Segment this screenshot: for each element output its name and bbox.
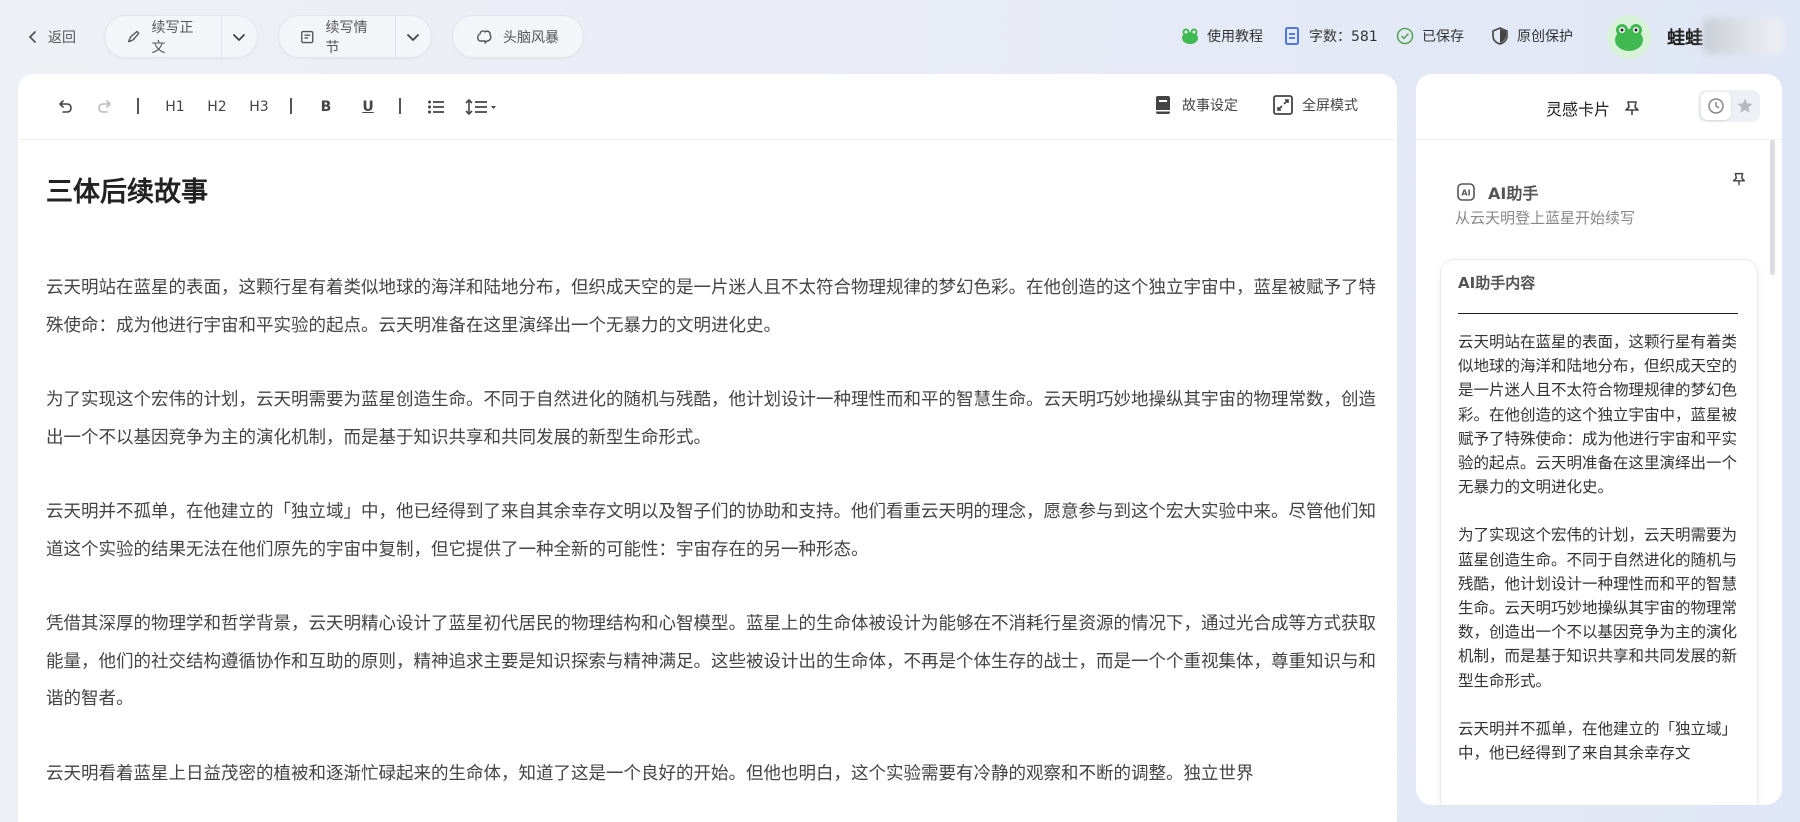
h2-button[interactable]: H2	[204, 96, 230, 118]
story-settings-label: 故事设定	[1182, 98, 1238, 114]
shield-icon	[1492, 27, 1508, 45]
frog-icon	[1182, 28, 1198, 44]
tutorial-label: 使用教程	[1207, 29, 1263, 45]
ai-assistant-title: AI助手	[1488, 184, 1539, 203]
original-protect[interactable]: 原创保护	[1490, 24, 1573, 48]
h1-button[interactable]: H1	[162, 96, 188, 118]
frog-avatar-icon	[1615, 24, 1643, 51]
brainstorm-content: 头脑风暴	[453, 16, 577, 57]
ai-icon: AI	[1457, 183, 1475, 201]
bullet-list-icon	[428, 100, 444, 114]
redo-icon	[98, 100, 111, 113]
undo-button[interactable]	[54, 96, 76, 118]
bold-button[interactable]: B	[316, 96, 336, 118]
brainstorm-button[interactable]: 头脑风暴	[452, 15, 584, 58]
favorite-tab[interactable]	[1732, 92, 1758, 120]
check-circle-icon	[1396, 27, 1414, 45]
back-label: 返回	[48, 30, 76, 46]
paragraph: 云天明并不孤单，在他建立的「独立域」中，他已经得到了来自其余幸存文明以及智子们的…	[46, 502, 1376, 560]
card-title: AI助手内容	[1458, 274, 1536, 292]
document-body[interactable]: 云天明站在蓝星的表面，这颗行星有着类似地球的海洋和陆地分布，但织成天空的是一片迷…	[46, 270, 1382, 822]
ai-assistant-subtitle: 从云天明登上蓝星开始续写	[1455, 209, 1636, 227]
word-count-icon	[1285, 27, 1299, 45]
paragraph: 凭借其深厚的物理学和哲学背景，云天明精心设计了蓝星初代居民的物理结构和心智模型。…	[46, 614, 1376, 709]
brainstorm-label: 头脑风暴	[503, 29, 559, 46]
underline-button[interactable]: U	[358, 96, 378, 118]
pin-icon[interactable]	[1622, 98, 1642, 118]
toolbar-divider	[399, 98, 401, 114]
ai-content-card: AI助手内容 云天明站在蓝星的表面，这颗行星有着类似地球的海洋和陆地分布，但织成…	[1440, 259, 1758, 805]
clock-icon	[1708, 98, 1724, 114]
continue-plot-button[interactable]: 续写情节	[279, 16, 395, 57]
star-icon	[1737, 98, 1753, 113]
ai-assistant-header: AI AI助手	[1456, 180, 1538, 204]
continue-plot-group: 续写情节	[278, 15, 432, 58]
continue-plot-dropdown[interactable]	[396, 16, 431, 57]
pin-icon[interactable]	[1730, 170, 1748, 188]
saved-status: 已保存	[1395, 24, 1464, 48]
pen-icon	[127, 30, 140, 42]
fullscreen-label: 全屏模式	[1302, 98, 1358, 114]
fullscreen-icon	[1273, 95, 1293, 115]
inspiration-panel-header: 灵感卡片	[1416, 74, 1782, 140]
history-tab[interactable]	[1701, 92, 1731, 120]
story-settings-button[interactable]: 故事设定	[1152, 94, 1238, 116]
inspiration-panel: 灵感卡片 AI AI助手 从云天明登上蓝星开始续写 AI助手内容 云天明站在蓝星…	[1416, 74, 1782, 805]
document-icon	[301, 30, 314, 43]
line-spacing-icon	[465, 98, 496, 116]
line-spacing-dropdown[interactable]	[464, 96, 502, 118]
word-count-label: 字数：581	[1309, 29, 1378, 45]
back-button[interactable]: 返回	[26, 26, 76, 48]
book-icon	[1156, 96, 1170, 114]
chevron-down-icon	[407, 33, 420, 41]
card-paragraph: 云天明站在蓝星的表面，这颗行星有着类似地球的海洋和陆地分布，但织成天空的是一片迷…	[1458, 333, 1738, 497]
saved-label: 已保存	[1422, 29, 1464, 45]
tutorial-link[interactable]: 使用教程	[1180, 24, 1263, 48]
paragraph: 云天明看着蓝星上日益茂密的植被和逐渐忙碌起来的生命体，知道了这是一个良好的开始。…	[46, 763, 1254, 784]
svg-text:AI: AI	[1461, 189, 1470, 198]
chevron-left-icon	[29, 31, 36, 43]
card-paragraph: 云天明并不孤单，在他建立的「独立域」中，他已经得到了来自其余幸存文	[1458, 719, 1738, 763]
inspiration-title: 灵感卡片	[1546, 96, 1642, 120]
continue-text-button[interactable]: 续写正文	[105, 16, 221, 57]
avatar[interactable]	[1607, 15, 1651, 59]
undo-icon	[59, 100, 72, 113]
continue-text-dropdown[interactable]	[222, 16, 257, 57]
document-title[interactable]: 三体后续故事	[46, 170, 208, 209]
redo-button[interactable]	[94, 96, 116, 118]
divider	[1458, 313, 1738, 314]
bullet-list-button[interactable]	[424, 96, 448, 118]
editor-panel: H1 H2 H3 B U 故事设定 全屏模式 三体后续故事 云天明站在蓝星的表面…	[18, 74, 1397, 822]
original-protect-label: 原创保护	[1517, 29, 1573, 45]
username[interactable]: 蛙蛙	[1667, 24, 1703, 50]
continue-text-group: 续写正文	[104, 15, 258, 58]
top-bar: 返回 续写正文 续写情节 头脑风暴 使用教程 字数：581 已保存 原创保护 蛙…	[0, 0, 1800, 73]
paragraph: 为了实现这个宏伟的计划，云天明需要为蓝星创造生命。不同于自然进化的随机与残酷，他…	[46, 390, 1376, 448]
word-count: 字数：581	[1282, 24, 1378, 48]
continue-text-label: 续写正文	[151, 19, 194, 56]
side-scrollbar[interactable]	[1770, 140, 1775, 275]
blurred-overlay	[1703, 18, 1783, 54]
continue-plot-label: 续写情节	[325, 19, 368, 56]
toolbar-divider	[290, 98, 292, 114]
toolbar-divider	[137, 98, 139, 114]
editor-toolbar: H1 H2 H3 B U 故事设定 全屏模式	[18, 74, 1397, 140]
h3-button[interactable]: H3	[246, 96, 272, 118]
card-paragraph: 为了实现这个宏伟的计划，云天明需要为蓝星创造生命。不同于自然进化的随机与残酷，他…	[1458, 526, 1738, 690]
brain-icon	[477, 29, 492, 44]
fullscreen-button[interactable]: 全屏模式	[1272, 94, 1358, 116]
history-favorite-toggle	[1698, 90, 1760, 122]
inspiration-title-label: 灵感卡片	[1546, 100, 1611, 119]
chevron-down-icon	[233, 33, 246, 41]
card-body: 云天明站在蓝星的表面，这颗行星有着类似地球的海洋和陆地分布，但织成天空的是一片迷…	[1458, 330, 1740, 789]
paragraph: 云天明站在蓝星的表面，这颗行星有着类似地球的海洋和陆地分布，但织成天空的是一片迷…	[46, 278, 1376, 336]
